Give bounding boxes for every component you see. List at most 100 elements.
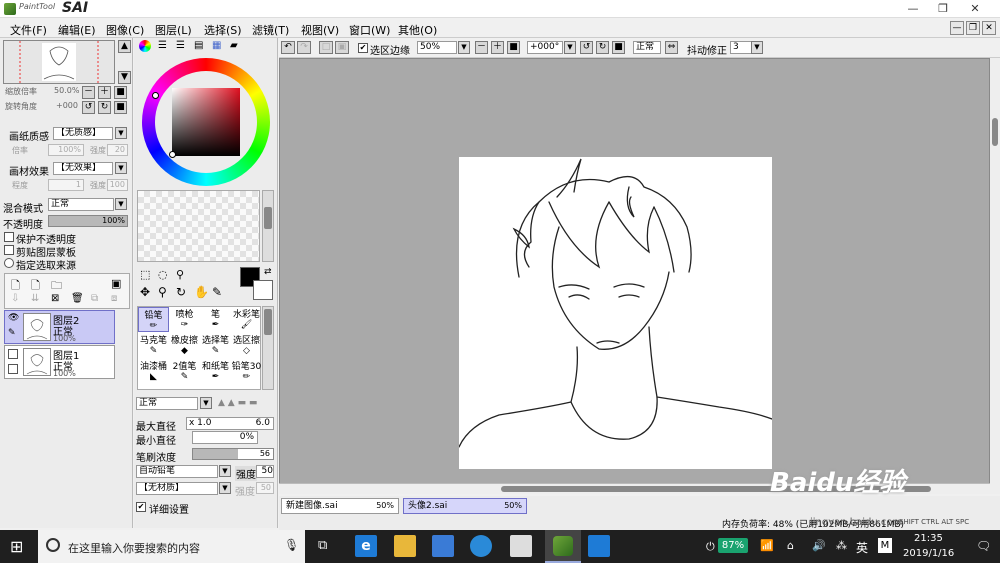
secondary-color-swatch[interactable] [253,280,273,300]
clock-date[interactable]: 2019/1/16 [903,548,954,559]
mdi-close-button[interactable]: ✕ [982,21,996,35]
nav-scroll-down[interactable]: ▼ [118,71,131,84]
zoom-out-button[interactable]: － [82,86,95,99]
eyedropper-icon[interactable]: ✎ [212,285,222,299]
tool-watercolor[interactable]: 水彩笔 🖌 [231,307,262,332]
clock-app-icon[interactable] [470,535,492,557]
undo-button[interactable]: ↶ [281,41,295,54]
palette-tab-icon[interactable]: ▦ [212,40,221,51]
swap-colors-icon[interactable]: ⇄ [264,267,272,277]
volume-icon[interactable]: 🔊 [812,539,826,552]
visibility-eye-icon[interactable]: 👁 [8,313,19,323]
stabilizer-dropdown-icon[interactable]: ▼ [751,41,763,54]
flip-button[interactable]: ⇔ [665,41,678,54]
wifi-icon[interactable]: 📶 [760,539,774,552]
restore-button[interactable]: ❐ [928,0,958,18]
network-icon[interactable]: ⌂ [787,539,794,552]
brush-shape-presets[interactable]: ▲ ▲ ▬ ▬ [216,398,274,410]
paper-texture-dropdown-icon[interactable]: ▼ [115,127,127,139]
menu-window[interactable]: 窗口(W) [349,22,390,38]
merge-visible-icon[interactable]: ⧉ [91,293,98,304]
rect-select-icon[interactable]: ⬚ [140,268,150,281]
zoom-reset-button[interactable]: ■ [114,86,127,99]
min-size-field[interactable]: 0% [192,431,258,444]
rotate-icon[interactable]: ↻ [176,285,186,299]
hsv-slider-tab-icon[interactable]: ☰ [176,40,185,51]
tool-airbrush[interactable]: 喷枪 ✑ [169,307,200,332]
nav-scroll-up[interactable]: ▲ [118,40,131,53]
toolbar-blend-select[interactable]: 正常 [633,41,661,54]
rotate-left-button[interactable]: ↺ [82,101,95,114]
menu-edit[interactable]: 编辑(E) [58,22,96,38]
hue-marker[interactable] [152,92,159,99]
navigator-preview[interactable] [3,40,115,84]
density-slider[interactable]: 56 [192,448,274,460]
shape-strength-field[interactable]: 50 [256,465,274,478]
file-explorer-icon[interactable] [394,535,416,557]
tool-pencil[interactable]: 铅笔 ✏ [138,307,169,332]
drawing-paper[interactable] [458,157,773,469]
tool-eraser[interactable]: 橡皮擦 ◆ [169,333,200,358]
zoom-dropdown-icon[interactable]: ▼ [458,41,470,54]
effect-strength-field[interactable]: 100 [107,179,128,191]
selection-source-radio[interactable] [4,258,14,268]
deselect-button[interactable]: □ [319,41,333,54]
microphone-icon[interactable]: 🎙 [284,538,299,552]
opacity-slider[interactable]: 100% [48,215,128,227]
close-button[interactable]: ✕ [960,0,990,18]
rotate-reset-button[interactable]: ■ [114,101,127,114]
sai-taskbar-button[interactable] [545,530,581,563]
tab-new-image[interactable]: 新建图像.sai 50% [281,498,399,514]
task-view-icon[interactable]: ⧉ [318,538,327,553]
notification-icon[interactable]: 🗨 [976,539,991,553]
brush-shape-select[interactable]: 自动铅笔 [136,465,218,478]
menu-view[interactable]: 视图(V) [301,22,339,38]
invert-select-button[interactable]: ▣ [335,41,349,54]
brush-texture-dropdown-icon[interactable]: ▼ [219,482,231,494]
tool-washi-pen[interactable]: 和纸笔 ✒ [200,359,231,384]
brush-mode-dropdown-icon[interactable]: ▼ [200,397,212,409]
input-method-icon[interactable]: ⁂ [836,539,847,552]
clipping-mask-checkbox[interactable] [4,245,14,255]
pen-lock-icon[interactable]: ✎ [8,328,16,338]
protect-opacity-checkbox[interactable] [4,232,14,242]
selection-edge-checkbox[interactable]: ✔ [358,43,368,53]
clock-time[interactable]: 21:35 [914,533,943,544]
color-marker[interactable] [169,151,176,158]
ime-indicator[interactable]: 英 [856,539,868,556]
mdi-restore-button[interactable]: ❐ [966,21,980,35]
toolbar-zoom-in-button[interactable]: ＋ [491,41,504,54]
texture-strength-field[interactable]: 50 [256,482,274,494]
pen-lock-checkbox[interactable] [8,364,18,374]
merge-down-icon[interactable]: ⇊ [31,293,39,304]
toolbar-zoom-out-button[interactable]: － [475,41,488,54]
swatch-tab-icon[interactable]: ▤ [194,40,203,51]
toolbar-rotate-right-button[interactable]: ↻ [596,41,609,54]
rgb-slider-tab-icon[interactable]: ☰ [158,40,167,51]
windows-start-icon[interactable]: ⊞ [10,537,23,556]
app-icon[interactable] [588,535,610,557]
menu-image[interactable]: 图像(C) [106,22,144,38]
brush-texture-select[interactable]: 【无材质】 [136,482,218,495]
toolbar-zoom-reset-button[interactable]: ■ [507,41,520,54]
edge-icon[interactable]: e [355,535,377,557]
flatten-icon[interactable]: ⧈ [111,293,117,304]
scratchpad-tab-icon[interactable]: ▰ [230,40,238,51]
blend-mode-dropdown-icon[interactable]: ▼ [115,198,127,210]
tool-bucket[interactable]: 油漆桶 ◣ [138,359,169,384]
brush-mode-select[interactable]: 正常 [136,397,198,410]
menu-layer[interactable]: 图层(L) [155,22,192,38]
color-wheel-tab-icon[interactable] [139,40,151,52]
redo-button[interactable]: ↷ [297,41,311,54]
mdi-minimize-button[interactable]: — [950,21,964,35]
max-size-field[interactable]: x 1.0 6.0 [186,417,274,430]
canvas-vertical-scrollbar[interactable] [990,58,1000,494]
toolbar-rotate-reset-button[interactable]: ■ [612,41,625,54]
tool-pen[interactable]: 笔 ✒ [200,307,231,332]
zoom-icon[interactable]: ⚲ [158,285,167,299]
tool-select-eraser[interactable]: 选区擦 ◇ [231,333,262,358]
menu-filter[interactable]: 滤镜(T) [252,22,289,38]
tab-avatar2[interactable]: 头像2.sai 50% [403,498,527,514]
paper-effect-dropdown-icon[interactable]: ▼ [115,162,127,174]
mail-icon[interactable] [510,535,532,557]
